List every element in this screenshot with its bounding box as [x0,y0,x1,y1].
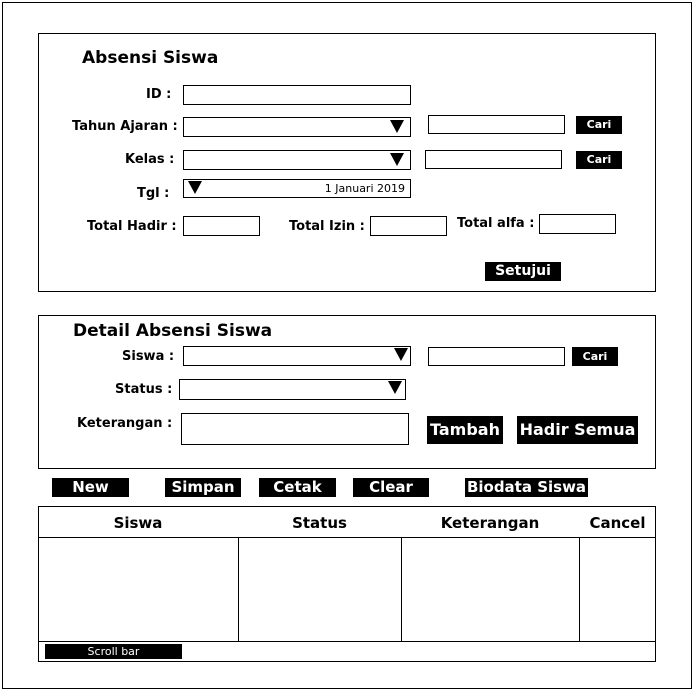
triangle-down-icon [188,181,202,194]
kelas-select[interactable] [183,150,411,170]
siswa-cari-button[interactable]: Cari [572,347,618,366]
triangle-down-icon [388,381,402,394]
column-header-keterangan[interactable]: Keterangan [401,514,579,532]
siswa-label: Siswa : [122,349,175,364]
kelas-search-input[interactable] [425,150,562,169]
total-alfa-input[interactable] [539,214,616,234]
total-alfa-label: Total alfa : [457,216,535,231]
scrollbar-label: Scroll bar [87,645,140,658]
tgl-date-picker[interactable]: 1 Januari 2019 [183,179,411,198]
table-column-divider [238,537,239,641]
triangle-down-icon [394,348,408,361]
kelas-cari-button[interactable]: Cari [576,151,622,169]
cetak-button[interactable]: Cetak [259,478,336,497]
total-hadir-input[interactable] [183,216,260,236]
tgl-value: 1 Januari 2019 [324,182,405,195]
total-izin-input[interactable] [370,216,447,236]
tahun-ajaran-cari-button[interactable]: Cari [576,116,622,134]
biodata-siswa-button[interactable]: Biodata Siswa [465,478,588,497]
total-hadir-label: Total Hadir : [87,219,177,234]
tahun-ajaran-label: Tahun Ajaran : [72,119,178,134]
column-header-cancel[interactable]: Cancel [579,514,656,532]
column-header-status[interactable]: Status [238,514,401,532]
new-button[interactable]: New [52,478,129,497]
setujui-button[interactable]: Setujui [485,262,561,281]
siswa-select[interactable] [183,346,411,366]
status-select[interactable] [179,379,406,400]
keterangan-input[interactable] [181,413,409,445]
table-column-divider [579,537,580,641]
simpan-button[interactable]: Simpan [165,478,241,497]
detail-title: Detail Absensi Siswa [73,321,273,341]
total-izin-label: Total Izin : [289,219,365,234]
triangle-down-icon [390,153,404,166]
table-header-divider [38,537,656,538]
table-column-divider [401,537,402,641]
clear-button[interactable]: Clear [353,478,429,497]
kelas-label: Kelas : [125,152,175,167]
tahun-ajaran-search-input[interactable] [428,115,565,134]
id-label: ID : [146,87,172,102]
table-scroll-divider [38,641,656,642]
absensi-title: Absensi Siswa [82,48,219,68]
siswa-search-input[interactable] [428,347,565,366]
tahun-ajaran-select[interactable] [183,117,411,137]
keterangan-label: Keterangan : [77,416,173,431]
status-label: Status : [115,382,173,397]
tgl-label: Tgl : [137,186,170,201]
tambah-button[interactable]: Tambah [427,416,503,444]
id-input[interactable] [183,85,411,105]
hadir-semua-button[interactable]: Hadir Semua [517,416,638,444]
column-header-siswa[interactable]: Siswa [38,514,238,532]
triangle-down-icon [390,120,404,133]
horizontal-scrollbar[interactable]: Scroll bar [45,644,182,659]
